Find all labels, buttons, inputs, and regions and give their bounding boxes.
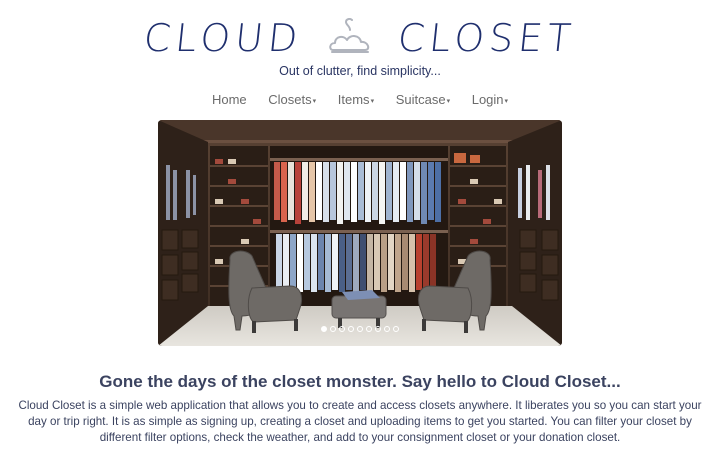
image-carousel[interactable] bbox=[158, 120, 562, 346]
nav-suitcase-dropdown[interactable]: Suitcase▾ bbox=[395, 90, 451, 109]
hanger-cloud-icon bbox=[329, 18, 370, 53]
caret-down-icon: ▾ bbox=[446, 97, 451, 105]
caret-down-icon: ▾ bbox=[370, 97, 375, 105]
nav-home-label: Home bbox=[211, 92, 247, 107]
carousel-indicator-dot[interactable] bbox=[393, 326, 399, 332]
caret-down-icon: ▾ bbox=[504, 97, 509, 105]
caret-down-icon: ▾ bbox=[312, 97, 317, 105]
brand-word-right: CLOSET bbox=[396, 16, 579, 60]
nav-login-dropdown[interactable]: Login▾ bbox=[471, 90, 509, 109]
carousel-indicator-dot[interactable] bbox=[357, 326, 363, 332]
nav-login-label: Login bbox=[471, 92, 504, 107]
carousel-indicator-dot[interactable] bbox=[339, 326, 345, 332]
carousel-indicator-dot[interactable] bbox=[366, 326, 372, 332]
tagline: Out of clutter, find simplicity... bbox=[279, 64, 441, 78]
nav-items-label: Items bbox=[337, 92, 370, 107]
nav-closets-label: Closets bbox=[268, 92, 312, 107]
carousel-indicator-dot[interactable] bbox=[348, 326, 354, 332]
nav-home[interactable]: Home bbox=[211, 90, 248, 109]
brand-word-left: CLOUD bbox=[141, 16, 305, 60]
intro-headline: Gone the days of the closet monster. Say… bbox=[99, 372, 621, 391]
walk-in-closet-photo bbox=[158, 120, 562, 346]
carousel-indicator-dot[interactable] bbox=[330, 326, 336, 332]
carousel-indicator-dot[interactable] bbox=[384, 326, 390, 332]
intro-description: Cloud Closet is a simple web application… bbox=[18, 399, 702, 444]
main-nav: Home Closets▾ Items▾ Suitcase▾ Login▾ bbox=[0, 90, 720, 109]
carousel-indicator-dot[interactable] bbox=[321, 326, 327, 332]
nav-suitcase-label: Suitcase bbox=[395, 92, 446, 107]
carousel-indicator-dot[interactable] bbox=[375, 326, 381, 332]
carousel-indicators bbox=[158, 326, 562, 332]
site-brand[interactable]: CLOUD CLOSET bbox=[0, 14, 720, 62]
nav-items-dropdown[interactable]: Items▾ bbox=[337, 90, 375, 109]
nav-closets-dropdown[interactable]: Closets▾ bbox=[267, 90, 317, 109]
